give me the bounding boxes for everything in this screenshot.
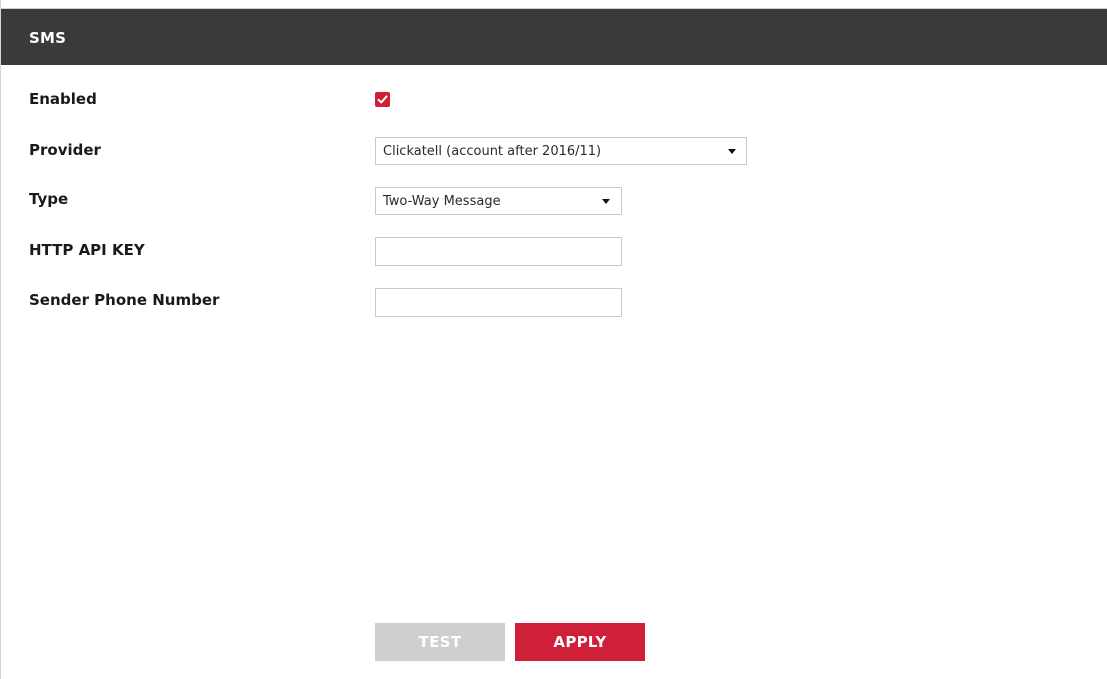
caret-down-icon <box>602 199 610 204</box>
provider-select[interactable]: Clickatell (account after 2016/11) <box>375 137 747 165</box>
apply-button[interactable]: APPLY <box>515 623 645 661</box>
sender-phone-input[interactable] <box>375 288 622 317</box>
enabled-label: Enabled <box>29 90 97 108</box>
page-title: SMS <box>29 29 67 47</box>
provider-select-value: Clickatell (account after 2016/11) <box>383 144 602 159</box>
test-button[interactable]: TEST <box>375 623 505 661</box>
api-key-input[interactable] <box>375 237 622 266</box>
caret-down-icon <box>728 149 736 154</box>
type-select-value: Two-Way Message <box>383 194 501 209</box>
checkmark-icon <box>377 95 388 104</box>
sms-settings-page: SMS Enabled Provider Clickatell (account… <box>0 0 1107 679</box>
sender-phone-label: Sender Phone Number <box>29 291 220 309</box>
provider-label: Provider <box>29 141 101 159</box>
type-select[interactable]: Two-Way Message <box>375 187 622 215</box>
panel-header: SMS <box>1 8 1107 65</box>
api-key-label: HTTP API KEY <box>29 241 145 259</box>
type-label: Type <box>29 190 69 208</box>
enabled-checkbox[interactable] <box>375 92 390 107</box>
